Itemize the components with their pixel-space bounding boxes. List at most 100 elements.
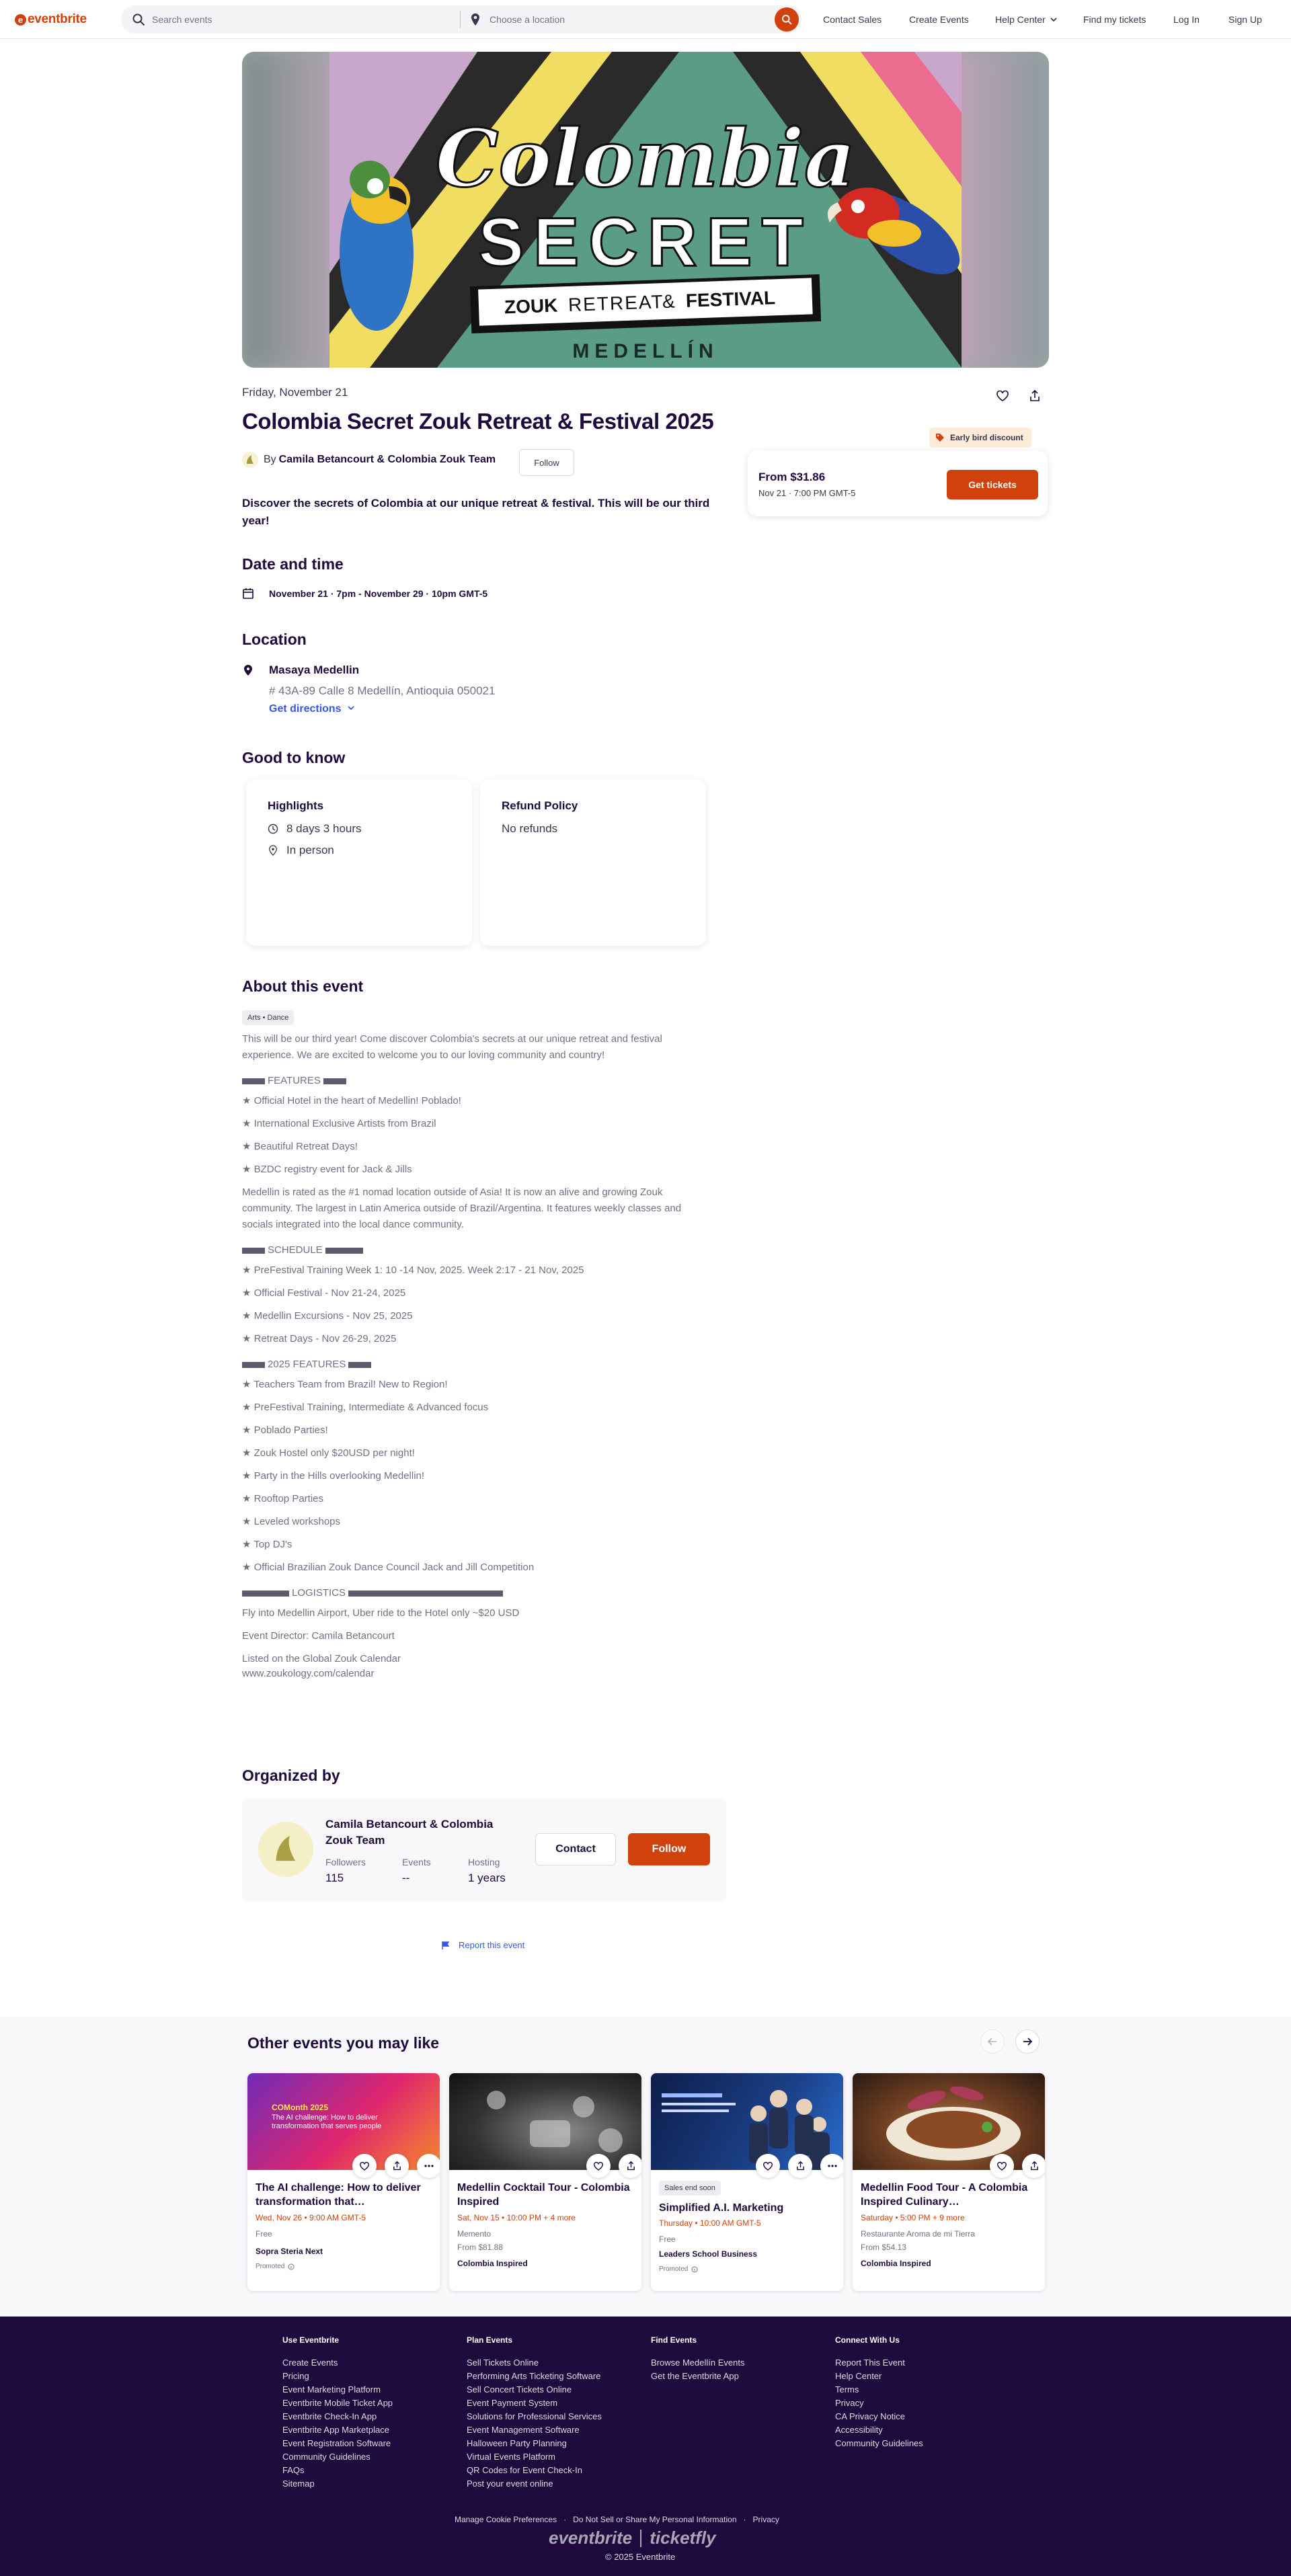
footer-link[interactable]: Accessibility — [835, 2423, 923, 2437]
arrow-left-icon — [987, 2038, 996, 2046]
mode-value: In person — [286, 844, 334, 856]
category-tag[interactable]: Arts • Dance — [242, 1010, 295, 1025]
event-card-price: Free — [659, 2235, 676, 2244]
ticketfly-footer-logo: ticketfly — [650, 2528, 716, 2548]
footer-link[interactable]: Performing Arts Ticketing Software — [467, 2370, 602, 2383]
carousel-next-button[interactable] — [1015, 2029, 1040, 2054]
feature-2025-item: ★ Zouk Hostel only $20USD per night! — [242, 1447, 415, 1459]
footer-link[interactable]: Solutions for Professional Services — [467, 2410, 602, 2423]
hero-artwork: Colombia SECRET ZOUK RETREAT & FESTIVAL … — [329, 52, 962, 368]
card-like-button[interactable] — [990, 2154, 1014, 2178]
heart-icon — [360, 2161, 369, 2171]
nav-log-in[interactable]: Log In — [1173, 0, 1200, 39]
calendar-url[interactable]: www.zoukology.com/calendar — [242, 1666, 713, 1682]
footer-link[interactable]: Report This Event — [835, 2356, 923, 2370]
get-directions-label: Get directions — [269, 703, 342, 715]
card-share-button[interactable] — [1022, 2154, 1045, 2178]
card-more-button[interactable] — [820, 2154, 843, 2178]
footer-column-plan-events: Plan Events Sell Tickets Online Performi… — [467, 2335, 602, 2491]
feature-2025-item: ★ Teachers Team from Brazil! New to Regi… — [242, 1379, 448, 1390]
footer-link[interactable]: Halloween Party Planning — [467, 2437, 602, 2450]
privacy-link[interactable]: Privacy — [753, 2515, 779, 2524]
like-button[interactable] — [992, 386, 1013, 406]
card-like-button[interactable] — [352, 2154, 377, 2178]
card-share-button[interactable] — [788, 2154, 812, 2178]
nav-find-my-tickets[interactable]: Find my tickets — [1083, 0, 1146, 39]
get-tickets-button[interactable]: Get tickets — [947, 470, 1038, 499]
footer-link[interactable]: Post your event online — [467, 2477, 602, 2491]
search-button[interactable] — [775, 7, 799, 32]
footer-link[interactable]: Eventbrite Mobile Ticket App — [282, 2397, 393, 2410]
follow-organizer-button[interactable]: Follow — [519, 449, 574, 476]
event-card-venue: Restaurante Aroma de mi Tierra — [861, 2229, 976, 2239]
promoted-text: Promoted — [659, 2265, 689, 2273]
heart-icon — [996, 391, 1009, 401]
event-card[interactable]: Medellin Food Tour - A Colombia Inspired… — [853, 2073, 1045, 2291]
card-share-button[interactable] — [619, 2154, 641, 2178]
footer-link[interactable]: Event Marketing Platform — [282, 2383, 393, 2397]
card-like-button[interactable] — [586, 2154, 611, 2178]
get-directions-link[interactable]: Get directions — [269, 703, 355, 715]
footer-link[interactable]: Community Guidelines — [282, 2450, 393, 2464]
footer-link[interactable]: Event Management Software — [467, 2423, 602, 2437]
ticket-date: Nov 21 · 7:00 PM GMT-5 — [758, 488, 856, 498]
footer-link[interactable]: Event Payment System — [467, 2397, 602, 2410]
schedule-header-label: SCHEDULE — [268, 1244, 323, 1256]
calendar-listing: Listed on the Global Zouk Calendar — [242, 1653, 401, 1664]
footer-link[interactable]: Privacy — [835, 2397, 923, 2410]
footer-link[interactable]: QR Codes for Event Check-In — [467, 2464, 602, 2477]
footer-link[interactable]: Pricing — [282, 2370, 393, 2383]
follow-organizer-card-button[interactable]: Follow — [628, 1833, 710, 1865]
event-card[interactable]: Sales end soon Simplified A.I. Marketing… — [651, 2073, 843, 2291]
organizer-avatar[interactable] — [258, 1822, 313, 1877]
do-not-sell-link[interactable]: Do Not Sell or Share My Personal Informa… — [573, 2515, 736, 2524]
brand-divider — [640, 2529, 642, 2547]
footer-link[interactable]: Sitemap — [282, 2477, 393, 2491]
card-like-button[interactable] — [756, 2154, 780, 2178]
footer-link[interactable]: Get the Eventbrite App — [651, 2370, 744, 2383]
footer-link[interactable]: Terms — [835, 2383, 923, 2397]
nav-sign-up[interactable]: Sign Up — [1228, 0, 1262, 39]
share-icon — [1030, 390, 1040, 401]
carousel-prev-button[interactable] — [980, 2029, 1005, 2054]
manage-cookie-link[interactable]: Manage Cookie Preferences — [455, 2515, 557, 2524]
organizer-name[interactable]: Camila Betancourt & Colombia Zouk Team — [325, 1816, 514, 1849]
event-card-date: Wed, Nov 26 • 9:00 AM GMT-5 — [256, 2213, 366, 2222]
footer-link[interactable]: Help Center — [835, 2370, 923, 2383]
contact-organizer-button[interactable]: Contact — [535, 1833, 616, 1865]
events-value: -- — [402, 1871, 410, 1884]
card-share-button[interactable] — [385, 2154, 409, 2178]
nav-create-events[interactable]: Create Events — [909, 0, 969, 39]
footer-link[interactable]: Sell Concert Tickets Online — [467, 2383, 602, 2397]
footer-link[interactable]: Browse Medellín Events — [651, 2356, 744, 2370]
feature-item: ★ Official Hotel in the heart of Medelli… — [242, 1095, 461, 1106]
calendar-icon — [243, 588, 253, 599]
event-summary: Discover the secrets of Colombia at our … — [242, 497, 710, 527]
event-card-date: Thursday • 10:00 AM GMT-5 — [659, 2218, 761, 2228]
location-input[interactable] — [490, 5, 745, 34]
other-events-section — [0, 2017, 1291, 2317]
nav-contact-sales[interactable]: Contact Sales — [823, 0, 882, 39]
footer-link[interactable]: Virtual Events Platform — [467, 2450, 602, 2464]
feature-2025-item: ★ PreFestival Training, Intermediate & A… — [242, 1402, 489, 1413]
footer-link[interactable]: Create Events — [282, 2356, 393, 2370]
share-button[interactable] — [1025, 386, 1045, 406]
card-more-button[interactable] — [417, 2154, 440, 2178]
event-card[interactable]: Medellin Cocktail Tour - Colombia Inspir… — [449, 2073, 641, 2291]
footer-link[interactable]: Community Guidelines — [835, 2437, 923, 2450]
organizer-link[interactable]: Camila Betancourt & Colombia Zouk Team — [279, 454, 496, 466]
nav-help-center[interactable]: Help Center — [995, 0, 1058, 39]
event-card[interactable]: COMonth 2025 The AI challenge: How to de… — [247, 2073, 440, 2291]
organizer-card: Camila Betancourt & Colombia Zouk Team F… — [242, 1799, 726, 1901]
share-icon — [627, 2161, 635, 2171]
report-event-link[interactable]: Report this event — [441, 1940, 524, 1950]
footer-link[interactable]: Sell Tickets Online — [467, 2356, 602, 2370]
footer-link[interactable]: CA Privacy Notice — [835, 2410, 923, 2423]
footer-link[interactable]: Eventbrite Check-In App — [282, 2410, 393, 2423]
footer-link[interactable]: Eventbrite App Marketplace — [282, 2423, 393, 2437]
eventbrite-logo[interactable]: e eventbrite — [15, 10, 87, 29]
schedule-item: ★ Retreat Days - Nov 26-29, 2025 — [242, 1333, 397, 1344]
footer-link[interactable]: Event Registration Software — [282, 2437, 393, 2450]
feature-2025-item: ★ Party in the Hills overlooking Medelli… — [242, 1470, 425, 1482]
footer-link[interactable]: FAQs — [282, 2464, 393, 2477]
